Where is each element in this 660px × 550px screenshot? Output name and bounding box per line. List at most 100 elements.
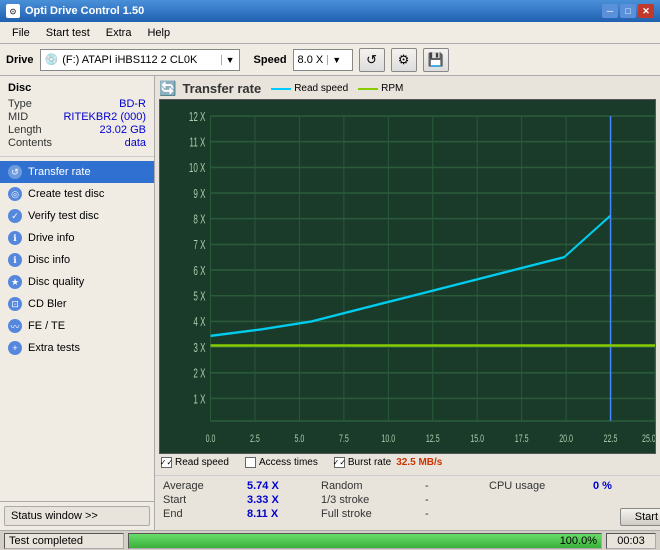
svg-text:15.0: 15.0 (470, 432, 484, 444)
statusbar: Test completed 100.0% 00:03 (0, 530, 660, 550)
nav-transfer-rate[interactable]: ↺ Transfer rate (0, 161, 154, 183)
nav-disc-quality[interactable]: ★ Disc quality (0, 271, 154, 293)
svg-text:8 X: 8 X (193, 213, 205, 227)
chart-title-bar: 🔄 Transfer rate Read speed RPM (159, 80, 656, 97)
speed-value: 8.0 X (298, 54, 324, 66)
close-button[interactable]: ✕ (638, 4, 654, 18)
chart-icon: 🔄 (159, 80, 176, 97)
disc-length-label: Length (8, 124, 42, 136)
disc-contents-value: data (125, 137, 146, 149)
chart-legend-row: ✓ Read speed Access times ✓ Burst rate 3… (159, 454, 656, 471)
disc-panel-title: Disc (8, 82, 146, 94)
svg-text:6 X: 6 X (193, 264, 205, 278)
drive-info-icon: ℹ (8, 231, 22, 245)
drive-icon: 💿 (45, 53, 59, 66)
nav-disc-quality-label: Disc quality (28, 276, 84, 288)
nav-create-test-disc[interactable]: ◎ Create test disc (0, 183, 154, 205)
end-value: 8.11 X (247, 508, 317, 526)
nav-verify-test-disc[interactable]: ✓ Verify test disc (0, 205, 154, 227)
read-speed-checkbox-box[interactable]: ✓ (161, 457, 172, 468)
svg-text:4 X: 4 X (193, 315, 205, 329)
svg-text:3 X: 3 X (193, 341, 205, 355)
refresh-button[interactable]: ↺ (359, 48, 385, 72)
progress-bar-container: 100.0% (128, 533, 602, 549)
nav-cd-bler-label: CD Bler (28, 298, 67, 310)
drivebar: Drive 💿 (F:) ATAPI iHBS112 2 CL0K ▼ Spee… (0, 44, 660, 76)
sidebar-bottom: Status window >> (0, 501, 154, 530)
nav-verify-test-label: Verify test disc (28, 210, 99, 222)
chart-container: 🔄 Transfer rate Read speed RPM (155, 76, 660, 475)
read-speed-checkbox-label: Read speed (175, 457, 229, 468)
progress-text: 100.0% (560, 534, 597, 548)
legend-read-speed: Read speed (271, 83, 348, 94)
end-label: End (163, 508, 243, 526)
nav-fe-te[interactable]: 〰 FE / TE (0, 315, 154, 337)
nav-disc-info[interactable]: ℹ Disc info (0, 249, 154, 271)
status-text-label: Test completed (9, 535, 83, 547)
drive-select[interactable]: 💿 (F:) ATAPI iHBS112 2 CL0K ▼ (40, 49, 240, 71)
titlebar: ⊙ Opti Drive Control 1.50 ─ □ ✕ (0, 0, 660, 22)
burst-rate-checkbox-label: Burst rate (348, 457, 391, 468)
svg-text:5 X: 5 X (193, 290, 205, 304)
menu-help[interactable]: Help (139, 25, 178, 41)
app-title: Opti Drive Control 1.50 (25, 5, 602, 17)
menu-start-test[interactable]: Start test (38, 25, 98, 41)
access-times-checkbox-box[interactable] (245, 457, 256, 468)
svg-text:22.5: 22.5 (604, 432, 618, 444)
nav-extra-tests[interactable]: + Extra tests (0, 337, 154, 359)
cpu-value: 0 % (593, 480, 660, 492)
stroke13-value: - (425, 494, 485, 506)
save-button[interactable]: 💾 (423, 48, 449, 72)
svg-text:10 X: 10 X (189, 161, 206, 175)
nav-disc-info-label: Disc info (28, 254, 70, 266)
legend-rpm-label: RPM (381, 83, 403, 94)
svg-text:1 X: 1 X (193, 392, 205, 406)
nav-extra-tests-label: Extra tests (28, 342, 80, 354)
transfer-rate-icon: ↺ (8, 165, 22, 179)
menubar: File Start test Extra Help (0, 22, 660, 44)
stats-grid: Average 5.74 X Random - CPU usage 0 % St… (163, 480, 652, 526)
burst-rate-checkbox[interactable]: ✓ Burst rate 32.5 MB/s (334, 457, 443, 468)
average-value: 5.74 X (247, 480, 317, 492)
start-test-button[interactable]: Start (620, 508, 660, 526)
svg-text:17.5: 17.5 (515, 432, 529, 444)
disc-mid-value: RITEKBR2 (000) (63, 111, 146, 123)
window-controls: ─ □ ✕ (602, 4, 654, 18)
nav-drive-info[interactable]: ℹ Drive info (0, 227, 154, 249)
menu-extra[interactable]: Extra (98, 25, 140, 41)
full-stroke-label: Full stroke (321, 508, 421, 526)
disc-type-label: Type (8, 98, 32, 110)
nav-transfer-rate-label: Transfer rate (28, 166, 91, 178)
drive-label: Drive (6, 54, 34, 66)
status-window-button[interactable]: Status window >> (4, 506, 150, 526)
time-display: 00:03 (606, 533, 656, 549)
disc-info-icon: ℹ (8, 253, 22, 267)
nav-items: ↺ Transfer rate ◎ Create test disc ✓ Ver… (0, 157, 154, 501)
content-area: 🔄 Transfer rate Read speed RPM (155, 76, 660, 530)
svg-text:7 X: 7 X (193, 238, 205, 252)
access-times-checkbox[interactable]: Access times (245, 457, 318, 468)
svg-text:25.0 GB: 25.0 GB (642, 432, 655, 444)
nav-create-test-label: Create test disc (28, 188, 104, 200)
nav-cd-bler[interactable]: ⊡ CD Bler (0, 293, 154, 315)
speed-label: Speed (254, 54, 287, 66)
svg-text:9 X: 9 X (193, 187, 205, 201)
svg-text:5.0: 5.0 (294, 432, 304, 444)
read-speed-checkbox[interactable]: ✓ Read speed (161, 457, 229, 468)
settings-button[interactable]: ⚙ (391, 48, 417, 72)
speed-select[interactable]: 8.0 X ▼ (293, 49, 353, 71)
menu-file[interactable]: File (4, 25, 38, 41)
random-value: - (425, 480, 485, 492)
svg-text:20.0: 20.0 (559, 432, 573, 444)
create-test-icon: ◎ (8, 187, 22, 201)
maximize-button[interactable]: □ (620, 4, 636, 18)
minimize-button[interactable]: ─ (602, 4, 618, 18)
nav-drive-info-label: Drive info (28, 232, 74, 244)
burst-rate-checkbox-box[interactable]: ✓ (334, 457, 345, 468)
app-icon: ⊙ (6, 4, 20, 18)
stats-area: Average 5.74 X Random - CPU usage 0 % St… (155, 475, 660, 530)
full-stroke-value: - (425, 508, 485, 526)
extra-tests-icon: + (8, 341, 22, 355)
disc-mid-row: MID RITEKBR2 (000) (8, 111, 146, 123)
average-label: Average (163, 480, 243, 492)
